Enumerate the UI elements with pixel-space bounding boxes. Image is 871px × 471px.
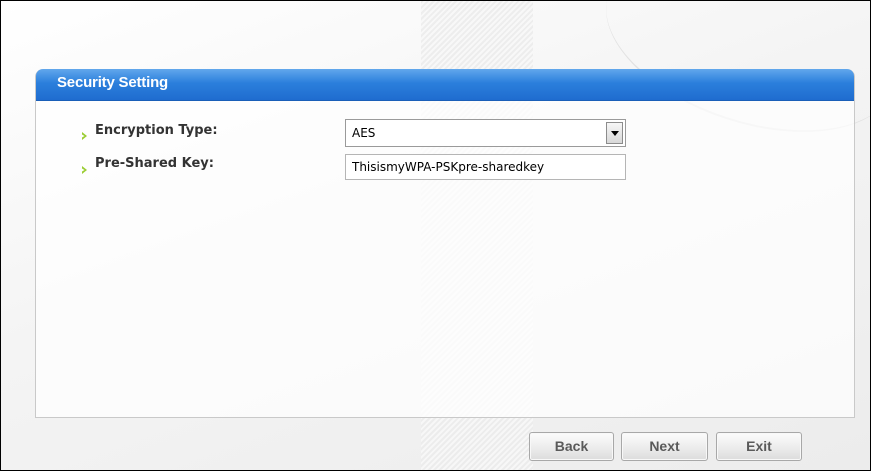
- panel-title: Security Setting: [57, 74, 168, 91]
- panel-header: Security Setting: [36, 69, 854, 101]
- pre-shared-key-row: Pre-Shared Key:: [80, 150, 640, 180]
- dropdown-button[interactable]: [606, 122, 623, 144]
- chevron-right-icon: [80, 160, 90, 174]
- encryption-type-value: AES: [352, 126, 376, 140]
- encryption-type-select[interactable]: AES: [345, 119, 626, 147]
- encryption-type-label: Encryption Type:: [95, 123, 218, 138]
- pre-shared-key-label: Pre-Shared Key:: [95, 156, 214, 171]
- back-button[interactable]: Back: [529, 432, 614, 461]
- triangle-down-icon: [611, 131, 619, 136]
- wizard-window: Security Setting Encryption Type: AES Pr…: [0, 0, 871, 471]
- exit-button[interactable]: Exit: [716, 432, 802, 461]
- security-setting-panel: Security Setting Encryption Type: AES Pr…: [35, 69, 855, 461]
- encryption-type-row: Encryption Type: AES: [80, 116, 640, 147]
- next-button[interactable]: Next: [621, 432, 708, 461]
- chevron-right-icon: [80, 126, 90, 140]
- pre-shared-key-input[interactable]: [345, 154, 626, 180]
